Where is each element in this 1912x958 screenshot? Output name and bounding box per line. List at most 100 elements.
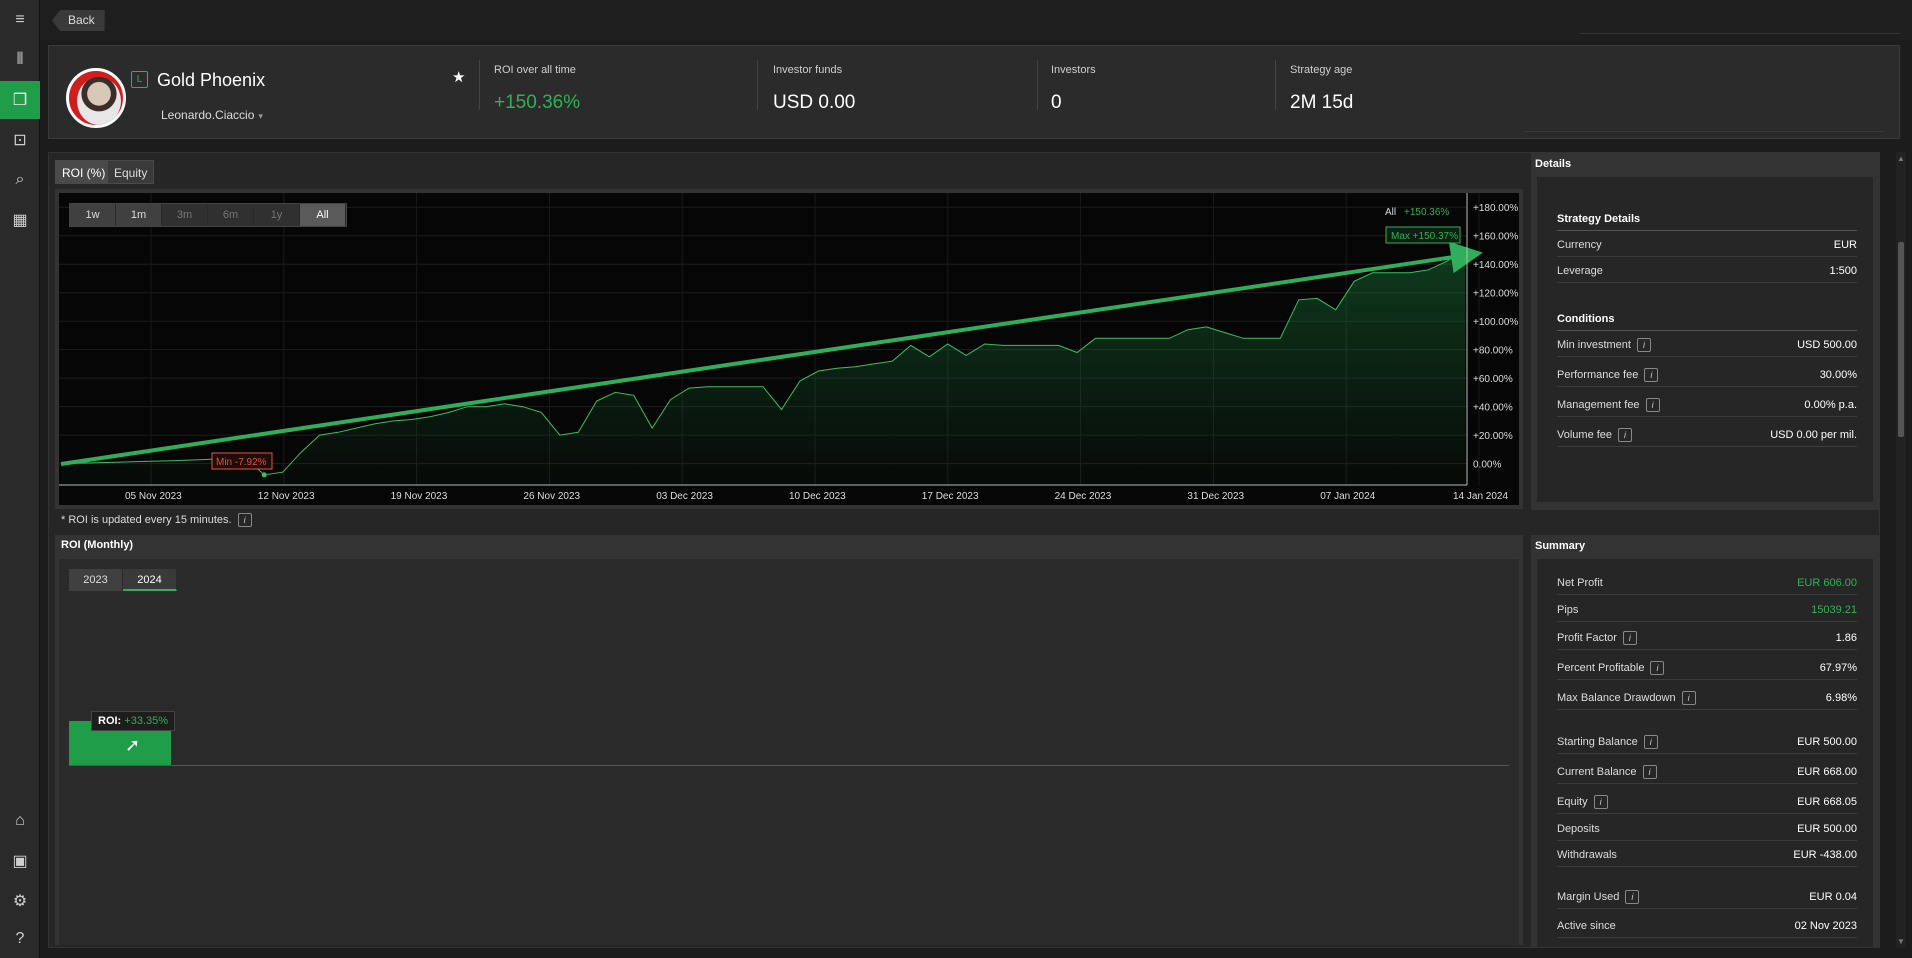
info-icon[interactable]: i bbox=[1636, 338, 1651, 353]
info-icon[interactable]: i bbox=[1625, 890, 1640, 905]
info-icon[interactable]: i bbox=[1622, 631, 1637, 646]
annotation-max: Max +150.37% bbox=[1385, 226, 1461, 244]
year-2023-button[interactable]: 2023 bbox=[69, 569, 123, 591]
gear-icon[interactable]: ⚙ bbox=[0, 882, 40, 920]
monthly-title: ROI (Monthly) bbox=[61, 539, 134, 551]
info-icon[interactable]: i bbox=[1645, 398, 1660, 413]
x-tick-label: 10 Dec 2023 bbox=[789, 491, 846, 502]
stat-label: Investors bbox=[1051, 64, 1096, 76]
range-all-button[interactable]: All bbox=[300, 204, 346, 226]
divider bbox=[1275, 60, 1276, 110]
summary-body: Net Profit EUR 606.00 Pips 15039.21 Profit… bbox=[1537, 559, 1873, 947]
chevron-down-icon: ▾ bbox=[258, 111, 263, 121]
range-1m-button[interactable]: 1m bbox=[116, 204, 162, 226]
info-icon[interactable]: i bbox=[1650, 661, 1665, 676]
year-selector: 2023 2024 bbox=[69, 569, 177, 591]
roi-note: * ROI is updated every 15 minutes. i bbox=[61, 513, 252, 527]
summary-row-pips: Pips 15039.21 bbox=[1557, 598, 1857, 622]
y-tick-label: +140.00% bbox=[1473, 260, 1518, 271]
y-tick-label: +40.00% bbox=[1473, 403, 1513, 414]
x-tick-label: 14 Jan 2024 bbox=[1453, 491, 1508, 502]
details-body: Strategy Details Currency EUR Leverage 1:5… bbox=[1537, 177, 1873, 502]
menu-icon[interactable]: ≡ bbox=[0, 1, 40, 39]
strategy-name: Gold Phoenix bbox=[157, 70, 266, 90]
range-1y-button[interactable]: 1y bbox=[254, 204, 300, 226]
summary-row-withdrawals: Withdrawals EUR -438.00 bbox=[1557, 843, 1857, 867]
conditions-header: Conditions bbox=[1557, 313, 1857, 331]
back-button[interactable]: Back bbox=[52, 10, 105, 31]
y-tick-label: +160.00% bbox=[1473, 232, 1518, 243]
monthly-chart: 2023 2024 ROI: +33.35% ➚ bbox=[59, 559, 1519, 945]
main-panel: ROI (%) Equity 05 Nov 2023 12 Nov 2023 19 … bbox=[48, 152, 1880, 948]
candlestick-icon[interactable]: ⫴ bbox=[0, 41, 40, 79]
strategy-details-header: Strategy Details bbox=[1557, 213, 1857, 231]
help-icon[interactable]: ? bbox=[0, 920, 40, 958]
store-icon[interactable]: ⌂ bbox=[0, 802, 40, 840]
sidebar: ≡ ⫴ ❐ ⊡ ⌕ ▦ ⌂ ▣ ⚙ ? bbox=[0, 0, 40, 958]
stat-roi: ROI over all time +150.36% bbox=[494, 64, 580, 114]
summary-row-net-profit: Net Profit EUR 606.00 bbox=[1557, 571, 1857, 595]
favorite-star-icon[interactable]: ★ bbox=[452, 68, 465, 86]
range-1w-button[interactable]: 1w bbox=[70, 204, 116, 226]
y-tick-label: +100.00% bbox=[1473, 317, 1518, 328]
info-icon[interactable]: i bbox=[1681, 691, 1696, 706]
info-icon[interactable]: i bbox=[1593, 795, 1608, 810]
mouse-cursor-icon: ➚ bbox=[125, 735, 141, 755]
range-6m-button[interactable]: 6m bbox=[208, 204, 254, 226]
roi-chart-container: 05 Nov 2023 12 Nov 2023 19 Nov 2023 26 Nov … bbox=[55, 189, 1523, 509]
x-tick-label: 12 Nov 2023 bbox=[258, 491, 315, 502]
year-2024-button[interactable]: 2024 bbox=[123, 569, 177, 591]
search-chart-icon[interactable]: ⌕ bbox=[0, 161, 40, 199]
svg-text:+150.36%: +150.36% bbox=[1404, 207, 1449, 218]
x-tick-label: 05 Nov 2023 bbox=[125, 491, 182, 502]
summary-title: Summary bbox=[1535, 540, 1586, 552]
x-tick-label: 07 Jan 2024 bbox=[1320, 491, 1375, 502]
range-3m-button[interactable]: 3m bbox=[162, 204, 208, 226]
robot-icon[interactable]: ⊡ bbox=[0, 121, 40, 159]
tab-equity[interactable]: Equity bbox=[107, 160, 155, 184]
scroll-thumb[interactable] bbox=[1898, 242, 1904, 437]
tab-roi[interactable]: ROI (%) bbox=[55, 160, 113, 184]
summary-row-profit-factor: Profit Factor i 1.86 bbox=[1557, 626, 1857, 650]
y-tick-label: +60.00% bbox=[1473, 374, 1513, 385]
scroll-up-icon[interactable]: ▲ bbox=[1896, 154, 1906, 163]
stat-label: ROI over all time bbox=[494, 64, 576, 76]
stat-investors: Investors 0 bbox=[1051, 64, 1096, 114]
owner-dropdown[interactable]: Leonardo.Ciaccio ▾ bbox=[161, 108, 263, 122]
strategy-header: L Gold Phoenix ★ Leonardo.Ciaccio ▾ ROI o… bbox=[48, 45, 1900, 139]
roi-chart: 05 Nov 2023 12 Nov 2023 19 Nov 2023 26 Nov … bbox=[59, 193, 1519, 505]
svg-text:Max +150.37%: Max +150.37% bbox=[1391, 231, 1458, 242]
monthly-baseline bbox=[69, 765, 1509, 766]
summary-row-current-balance: Current Balance i EUR 668.00 bbox=[1557, 760, 1857, 784]
info-icon[interactable]: i bbox=[1618, 428, 1633, 443]
summary-row-equity: Equity i EUR 668.05 bbox=[1557, 790, 1857, 814]
header-right-area bbox=[1525, 52, 1885, 132]
summary-panel: Summary Net Profit EUR 606.00 Pips 15039.2… bbox=[1531, 535, 1879, 947]
y-tick-label: +80.00% bbox=[1473, 346, 1513, 357]
x-tick-label: 31 Dec 2023 bbox=[1187, 491, 1244, 502]
svg-text:All: All bbox=[1385, 207, 1396, 218]
stat-label: Strategy age bbox=[1290, 64, 1353, 76]
copy-icon[interactable]: ❐ bbox=[0, 81, 40, 119]
x-tick-label: 17 Dec 2023 bbox=[922, 491, 979, 502]
roi-chart-svg: 05 Nov 2023 12 Nov 2023 19 Nov 2023 26 Nov … bbox=[59, 193, 1518, 502]
roi-tooltip: ROI: +33.35% bbox=[91, 711, 176, 731]
info-icon[interactable]: i bbox=[1642, 765, 1657, 780]
level-badge: L bbox=[131, 71, 148, 88]
y-tick-label: +20.00% bbox=[1473, 431, 1513, 442]
page-scrollbar[interactable]: ▲ ▼ bbox=[1896, 152, 1906, 948]
info-icon[interactable]: i bbox=[1643, 735, 1658, 750]
y-tick-label: +120.00% bbox=[1473, 289, 1518, 300]
info-icon[interactable]: i bbox=[237, 513, 252, 527]
details-panel: Details Strategy Details Currency EUR Lev… bbox=[1531, 153, 1879, 510]
wallet-icon[interactable]: ▣ bbox=[0, 842, 40, 880]
stat-investor-funds: Investor funds USD 0.00 bbox=[773, 64, 855, 114]
divider bbox=[1037, 60, 1038, 110]
dashboard-icon[interactable]: ▦ bbox=[0, 201, 40, 239]
scroll-down-icon[interactable]: ▼ bbox=[1896, 937, 1906, 946]
tooltip-value: +33.35% bbox=[124, 715, 169, 727]
divider bbox=[479, 60, 480, 110]
min-point bbox=[261, 472, 267, 478]
stat-value: 2M 15d bbox=[1290, 92, 1354, 113]
info-icon[interactable]: i bbox=[1644, 368, 1659, 383]
